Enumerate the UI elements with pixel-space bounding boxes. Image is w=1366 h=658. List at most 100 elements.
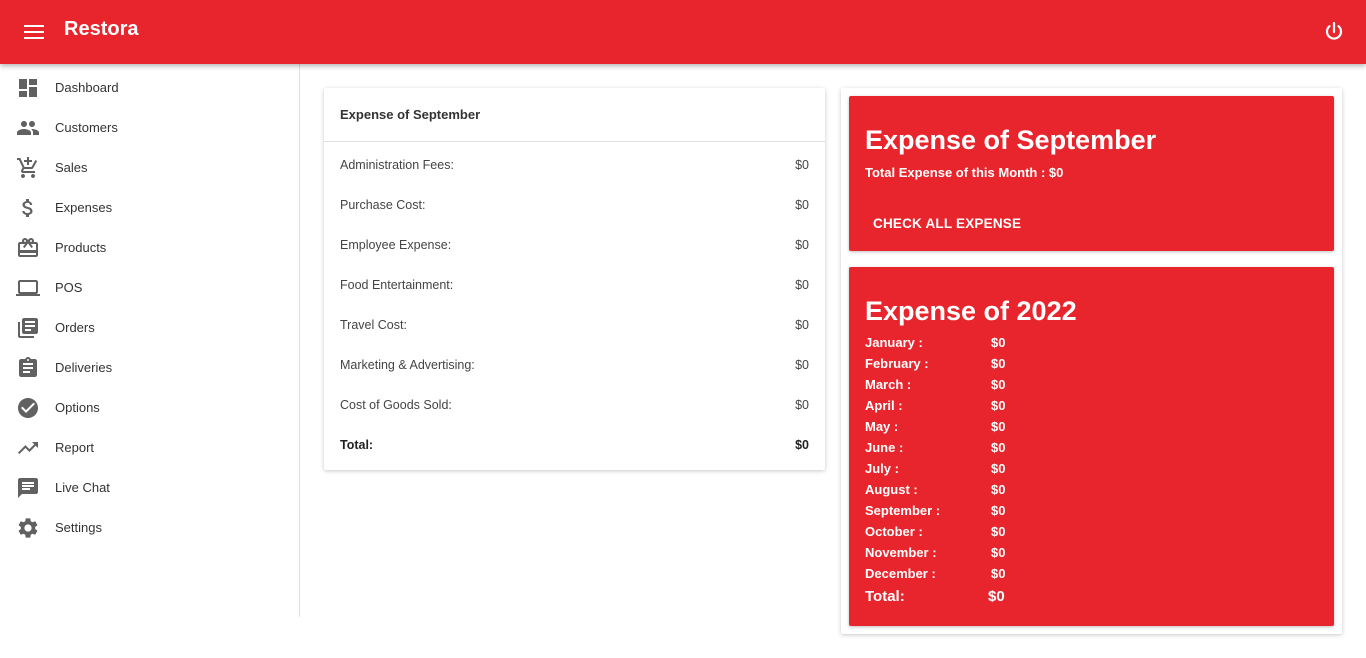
month-row: October : $0: [865, 522, 1165, 543]
sidebar: Dashboard Customers Sales Expenses Produ…: [0, 64, 300, 617]
expense-row: Travel Cost: $0: [340, 305, 809, 345]
month-summary-card: Expense of September Total Expense of th…: [849, 96, 1334, 251]
expense-label: Travel Cost:: [340, 318, 407, 332]
expense-value: $0: [795, 278, 809, 292]
month-label: April :: [865, 398, 903, 413]
expense-value: $0: [795, 318, 809, 332]
sidebar-item-products[interactable]: Products: [0, 228, 299, 268]
gear-icon: [16, 516, 40, 540]
check-circle-icon: [16, 396, 40, 420]
sidebar-item-dashboard[interactable]: Dashboard: [0, 68, 299, 108]
app-title: Restora: [64, 18, 139, 40]
dollar-icon: [16, 196, 40, 220]
gift-card-icon: [16, 236, 40, 260]
month-value: $0: [991, 545, 1006, 560]
chat-icon: [16, 476, 40, 500]
expense-label: Food Entertainment:: [340, 278, 454, 292]
month-value: $0: [991, 419, 1006, 434]
sidebar-item-label: Options: [55, 400, 100, 415]
clipboard-icon: [16, 356, 40, 380]
month-row: September : $0: [865, 501, 1165, 522]
laptop-icon: [16, 276, 40, 300]
monthly-expense-card: Expense of September Administration Fees…: [324, 88, 825, 470]
card-title: Expense of September: [324, 88, 825, 142]
expense-row: Food Entertainment: $0: [340, 265, 809, 305]
month-label: December :: [865, 566, 936, 581]
year-title: Expense of 2022: [865, 296, 1077, 326]
month-row: June : $0: [865, 438, 1165, 459]
month-row: July : $0: [865, 459, 1165, 480]
month-label: June :: [865, 440, 904, 455]
month-value: $0: [991, 356, 1006, 371]
expense-label: Marketing & Advertising:: [340, 358, 475, 372]
expense-value: $0: [795, 238, 809, 252]
people-icon: [16, 116, 40, 140]
year-total-value: $0: [988, 588, 1005, 605]
month-label: November :: [865, 545, 937, 560]
sidebar-item-customers[interactable]: Customers: [0, 108, 299, 148]
check-all-expense-button[interactable]: CHECK ALL EXPENSE: [865, 208, 1029, 239]
month-row: March : $0: [865, 375, 1165, 396]
sidebar-item-label: Products: [55, 240, 107, 255]
month-label: September :: [865, 503, 941, 518]
month-value: $0: [991, 335, 1006, 350]
sidebar-item-options[interactable]: Options: [0, 388, 299, 428]
month-value: $0: [991, 503, 1006, 518]
month-row: April : $0: [865, 396, 1165, 417]
sidebar-item-label: Deliveries: [55, 360, 113, 375]
total-label: Total:: [340, 438, 374, 452]
power-icon[interactable]: [1322, 20, 1346, 44]
month-value: $0: [991, 566, 1006, 581]
sidebar-item-label: Expenses: [55, 200, 113, 215]
expense-total-row: Total: $0: [340, 425, 809, 465]
sidebar-item-label: Customers: [55, 120, 118, 135]
month-row: August : $0: [865, 480, 1165, 501]
total-value: $0: [795, 438, 809, 452]
sidebar-item-label: Dashboard: [55, 80, 119, 95]
sidebar-item-deliveries[interactable]: Deliveries: [0, 348, 299, 388]
expense-row: Employee Expense: $0: [340, 225, 809, 265]
expense-row: Marketing & Advertising: $0: [340, 345, 809, 385]
sidebar-item-label: Orders: [55, 320, 95, 335]
year-total-label: Total:: [865, 588, 905, 605]
summary-title: Expense of September: [865, 125, 1157, 155]
month-row: January : $0: [865, 333, 1165, 354]
sidebar-item-label: Settings: [55, 520, 102, 535]
sidebar-item-live-chat[interactable]: Live Chat: [0, 468, 299, 508]
sidebar-item-expenses[interactable]: Expenses: [0, 188, 299, 228]
month-value: $0: [991, 524, 1006, 539]
expense-label: Employee Expense:: [340, 238, 452, 252]
month-label: July :: [865, 461, 899, 476]
year-summary-card: Expense of 2022 January : $0 February : $0…: [849, 267, 1334, 626]
sidebar-item-report[interactable]: Report: [0, 428, 299, 468]
sidebar-item-label: Live Chat: [55, 480, 110, 495]
month-value: $0: [991, 440, 1006, 455]
expense-label: Cost of Goods Sold:: [340, 398, 452, 412]
sidebar-item-sales[interactable]: Sales: [0, 148, 299, 188]
expense-value: $0: [795, 398, 809, 412]
expense-row: Cost of Goods Sold: $0: [340, 385, 809, 425]
month-row: November : $0: [865, 543, 1165, 564]
month-value: $0: [991, 398, 1006, 413]
month-label: January :: [865, 335, 923, 350]
sidebar-item-pos[interactable]: POS: [0, 268, 299, 308]
menu-icon[interactable]: [22, 22, 46, 42]
month-value: $0: [991, 461, 1006, 476]
month-label: October :: [865, 524, 923, 539]
month-value: $0: [991, 482, 1006, 497]
month-label: May :: [865, 419, 899, 434]
sidebar-item-label: Report: [55, 440, 95, 455]
sidebar-item-label: POS: [55, 280, 83, 295]
trending-up-icon: [16, 436, 40, 460]
month-row: December : $0: [865, 564, 1165, 585]
expense-label: Administration Fees:: [340, 158, 454, 172]
expense-row: Purchase Cost: $0: [340, 185, 809, 225]
sidebar-item-settings[interactable]: Settings: [0, 508, 299, 548]
sidebar-item-label: Sales: [55, 160, 88, 175]
month-value: $0: [991, 377, 1006, 392]
library-books-icon: [16, 316, 40, 340]
month-label: August :: [865, 482, 918, 497]
expense-value: $0: [795, 198, 809, 212]
cart-add-icon: [16, 156, 40, 180]
sidebar-item-orders[interactable]: Orders: [0, 308, 299, 348]
